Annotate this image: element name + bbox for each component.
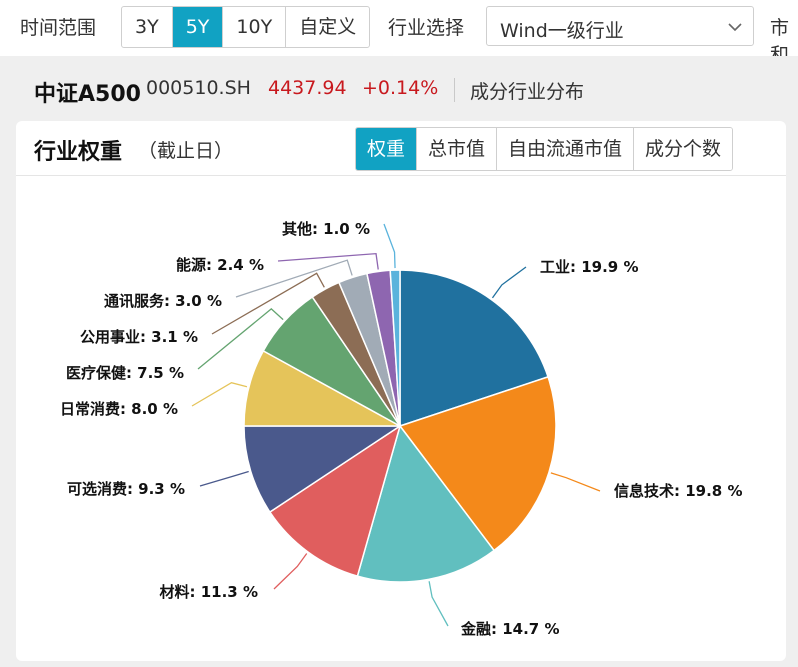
index-price: 4437.94	[268, 77, 347, 99]
time-option-3y[interactable]: 3Y	[122, 7, 173, 47]
index-name: 中证A500	[34, 82, 141, 107]
leader-line-4	[199, 470, 249, 487]
slice-label-5: 日常消费: 8.0 %	[60, 400, 178, 418]
slice-label-1: 信息技术: 19.8 %	[614, 482, 742, 500]
index-info-bar: 中证A500 000510.SH 4437.94 +0.14% 成分行业分布	[0, 56, 798, 120]
leader-line-10	[383, 223, 396, 269]
slice-label-4: 可选消费: 9.3 %	[67, 480, 185, 498]
slice-label-2: 金融: 14.7 %	[460, 620, 559, 638]
section-title: 成分行业分布	[470, 81, 585, 103]
slice-label-6: 医疗保健: 7.5 %	[66, 364, 184, 382]
industry-pie-chart: 工业: 19.9 % 信息技术: 19.8 % 金融: 14.7 % 材料: 11.3…	[60, 220, 743, 638]
leader-line-3	[273, 553, 308, 590]
info-divider	[454, 78, 455, 102]
slice-label-10: 其他: 1.0 %	[282, 220, 370, 238]
leader-line-2	[428, 581, 449, 627]
industry-label: 行业选择	[388, 17, 465, 39]
time-option-10y[interactable]: 10Y	[223, 7, 287, 47]
index-code: 000510.SH	[146, 77, 251, 99]
time-range-selector: 3Y 5Y 10Y 自定义	[121, 6, 371, 48]
industry-weight-card: 行业权重 （截止日） 权重 总市值 自由流通市值 成分个数 工业: 19.9 %…	[16, 121, 786, 661]
time-range-label: 时间范围	[20, 17, 97, 39]
slice-label-8: 通讯服务: 3.0 %	[104, 292, 222, 310]
leader-line-1	[550, 472, 601, 492]
leader-line-0	[491, 266, 527, 299]
industry-select-value: Wind一级行业	[500, 20, 624, 42]
filter-bar: 时间范围 3Y 5Y 10Y 自定义 行业选择 Wind一级行业 市和	[0, 0, 798, 66]
leader-line-5	[191, 382, 248, 407]
index-change: +0.14%	[362, 77, 439, 99]
slice-label-0: 工业: 19.9 %	[540, 258, 638, 276]
time-option-custom[interactable]: 自定义	[286, 7, 369, 47]
slice-label-3: 材料: 11.3 %	[160, 583, 258, 601]
time-option-5y[interactable]: 5Y	[172, 7, 224, 47]
chevron-down-icon	[728, 23, 742, 32]
slice-label-9: 能源: 2.4 %	[176, 256, 264, 274]
slice-label-7: 公用事业: 3.1 %	[80, 328, 198, 346]
industry-select[interactable]: Wind一级行业	[486, 6, 754, 46]
